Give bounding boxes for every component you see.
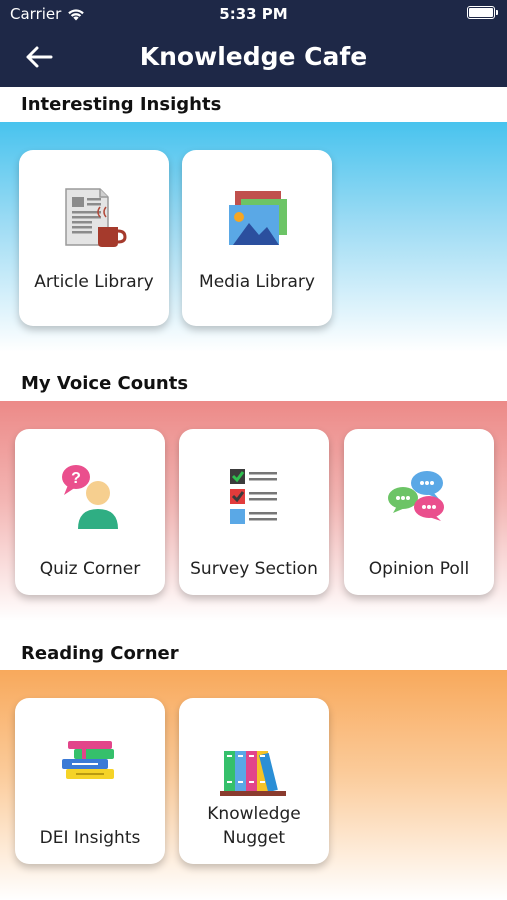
card-label: Knowledge Nugget <box>183 802 325 850</box>
survey-icon <box>179 463 329 533</box>
section-title-my-voice-counts: My Voice Counts <box>21 373 189 394</box>
quiz-icon: ? <box>15 463 165 533</box>
card-label-line1: Knowledge <box>207 804 301 824</box>
card-label-line2: Nugget <box>222 828 286 848</box>
status-bar: Carrier 5:33 PM <box>10 5 498 25</box>
poll-icon <box>344 463 494 533</box>
card-article-library[interactable]: Article Library <box>19 150 169 326</box>
card-media-library[interactable]: Media Library <box>182 150 332 326</box>
card-label: Media Library <box>199 272 315 292</box>
status-time: 5:33 PM <box>219 5 288 23</box>
app-header: Carrier 5:33 PM Knowledge Cafe <box>0 0 507 87</box>
bookshelf-icon <box>179 738 329 808</box>
card-opinion-poll[interactable]: Opinion Poll <box>344 429 494 595</box>
svg-text:?: ? <box>71 470 81 487</box>
page-title: Knowledge Cafe <box>139 42 368 71</box>
article-icon <box>19 184 169 254</box>
card-quiz-corner[interactable]: ? Quiz Corner <box>15 429 165 595</box>
card-label: Article Library <box>34 272 154 292</box>
media-icon <box>182 184 332 254</box>
card-label: Opinion Poll <box>368 559 470 579</box>
section-title-interesting-insights: Interesting Insights <box>21 94 222 115</box>
battery-icon <box>467 6 498 19</box>
card-knowledge-nugget[interactable]: Knowledge Nugget <box>179 698 329 864</box>
card-label: DEI Insights <box>39 828 141 848</box>
card-survey-section[interactable]: Survey Section <box>179 429 329 595</box>
card-label: Survey Section <box>190 559 318 579</box>
section-title-reading-corner: Reading Corner <box>21 643 179 664</box>
card-dei-insights[interactable]: DEI Insights <box>15 698 165 864</box>
card-label: Quiz Corner <box>39 559 141 579</box>
books-stack-icon <box>15 732 165 802</box>
